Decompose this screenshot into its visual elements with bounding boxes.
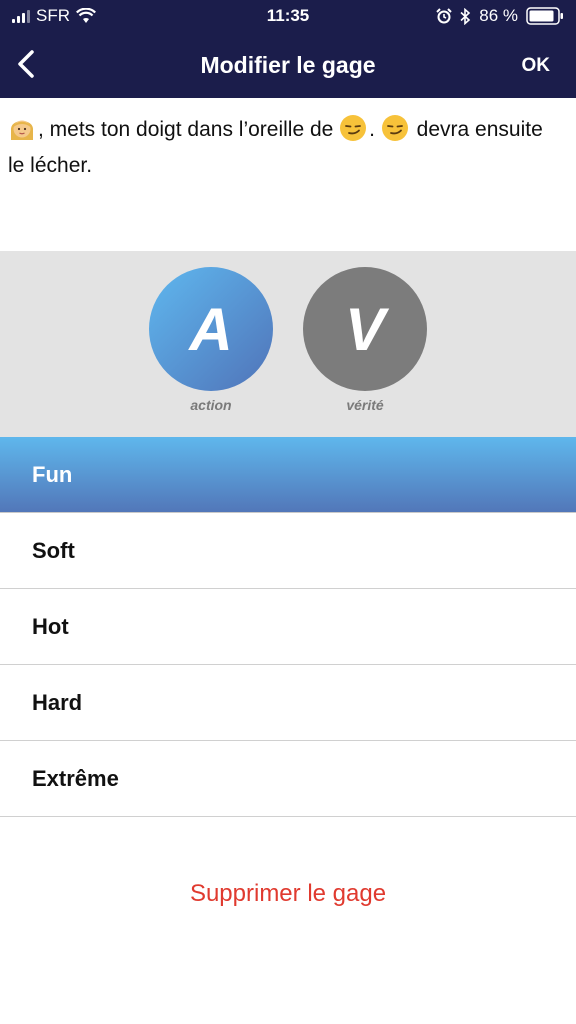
header: SFR 11:35 86 % Modifier le gage OK: [0, 0, 576, 98]
message-part-1: , mets ton doigt dans l’oreille de: [38, 118, 340, 141]
type-selector: A action V vérité: [0, 251, 576, 438]
delete-gage-button[interactable]: Supprimer le gage: [0, 880, 576, 908]
level-hot[interactable]: Hot: [0, 589, 576, 665]
woman-emoji-icon: [10, 120, 34, 140]
level-extreme[interactable]: Extrême: [0, 741, 576, 817]
verite-button[interactable]: V: [303, 267, 427, 391]
alarm-icon: [436, 8, 452, 24]
level-hard[interactable]: Hard: [0, 665, 576, 741]
action-button[interactable]: A: [149, 267, 273, 391]
gage-text[interactable]: , mets ton doigt dans l’oreille de . dev…: [8, 112, 564, 184]
page-title: Modifier le gage: [200, 52, 376, 78]
ok-button[interactable]: OK: [522, 55, 551, 77]
smirk-emoji-icon: [340, 115, 367, 141]
level-soft[interactable]: Soft: [0, 513, 576, 589]
smirk-emoji-icon: [381, 115, 408, 141]
battery-icon: [526, 7, 563, 25]
level-list: Fun Soft Hot Hard Extrême: [0, 437, 576, 817]
verite-label: vérité: [346, 397, 384, 413]
action-label: action: [190, 397, 232, 413]
battery-percent: 86 %: [479, 6, 518, 25]
nav-bar: Modifier le gage OK: [0, 32, 576, 98]
level-fun[interactable]: Fun: [0, 437, 576, 513]
status-bar: SFR 11:35 86 %: [0, 0, 576, 32]
message-part-2: .: [369, 118, 381, 141]
bluetooth-icon: [460, 7, 471, 25]
